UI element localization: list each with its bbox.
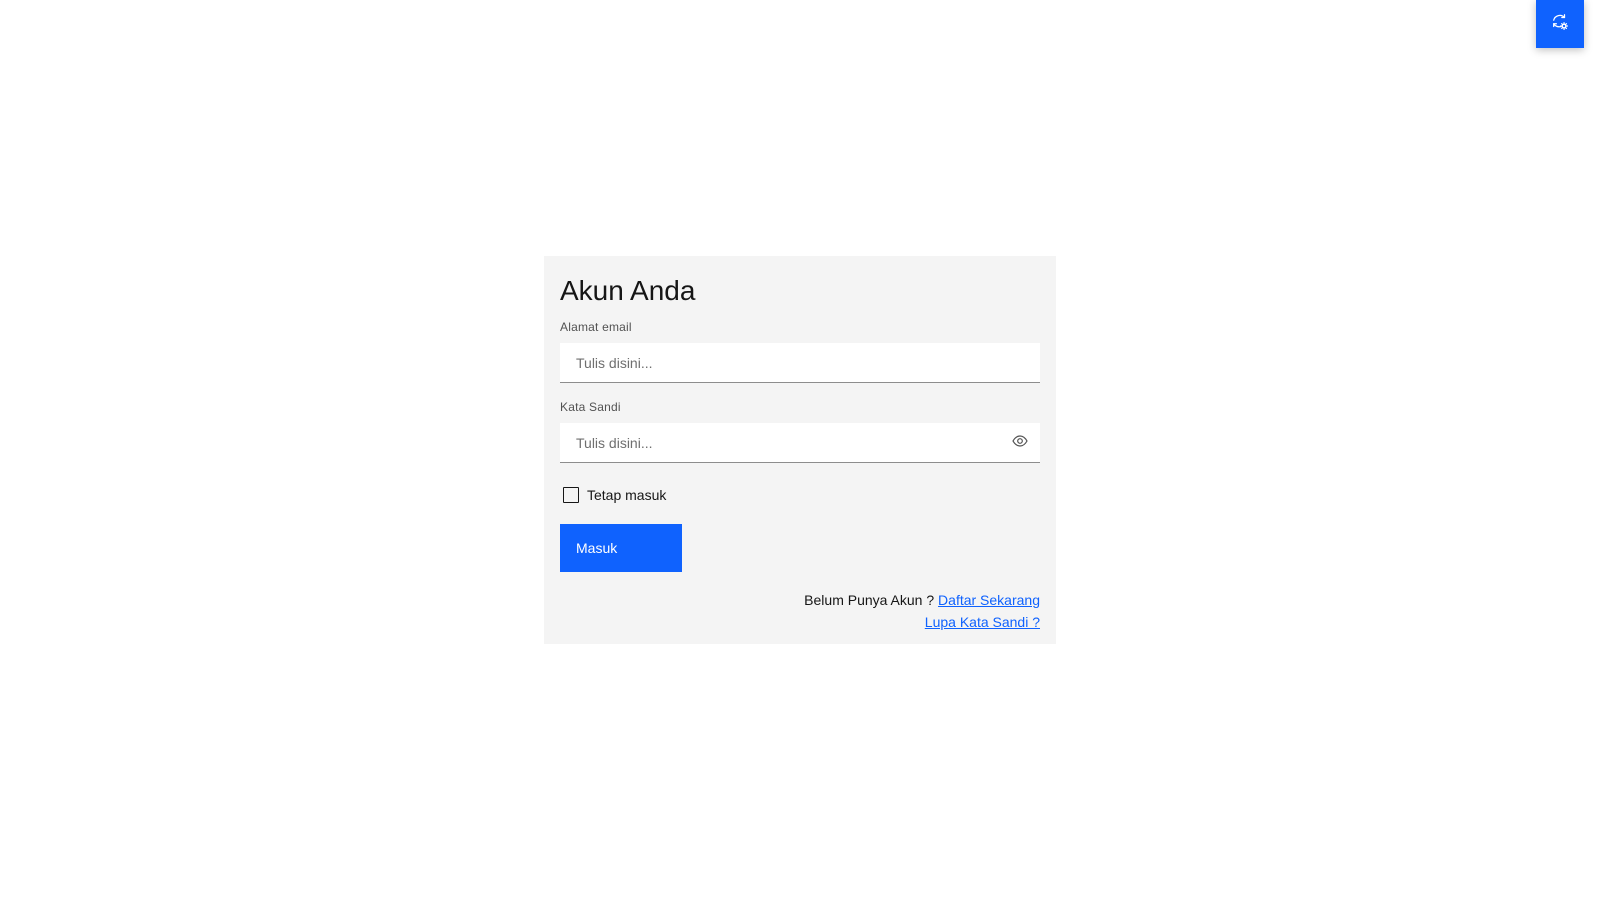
email-field-wrapper bbox=[560, 343, 1040, 383]
password-field-wrapper bbox=[560, 423, 1040, 463]
remember-me[interactable]: Tetap masuk bbox=[560, 487, 666, 503]
email-field[interactable] bbox=[560, 343, 1040, 382]
show-password-button[interactable] bbox=[1008, 431, 1032, 455]
login-card: Akun Anda Alamat email Kata Sandi Tetap … bbox=[544, 256, 1056, 644]
eye-icon bbox=[1012, 433, 1028, 454]
email-label: Alamat email bbox=[560, 320, 632, 334]
forgot-password-link[interactable]: Lupa Kata Sandi ? bbox=[925, 614, 1040, 630]
account-links: Belum Punya Akun ? Daftar Sekarang Lupa … bbox=[804, 589, 1040, 633]
no-account-text: Belum Punya Akun ? bbox=[804, 592, 935, 608]
remember-me-checkbox[interactable] bbox=[563, 487, 579, 503]
remember-me-label: Tetap masuk bbox=[587, 487, 667, 503]
password-label: Kata Sandi bbox=[560, 400, 621, 414]
login-button[interactable]: Masuk bbox=[560, 524, 682, 572]
register-link[interactable]: Daftar Sekarang bbox=[938, 592, 1040, 608]
page-title: Akun Anda bbox=[560, 275, 696, 306]
password-field[interactable] bbox=[560, 423, 1040, 462]
settings-action-button[interactable] bbox=[1536, 0, 1584, 48]
settings-sync-icon bbox=[1551, 13, 1569, 36]
